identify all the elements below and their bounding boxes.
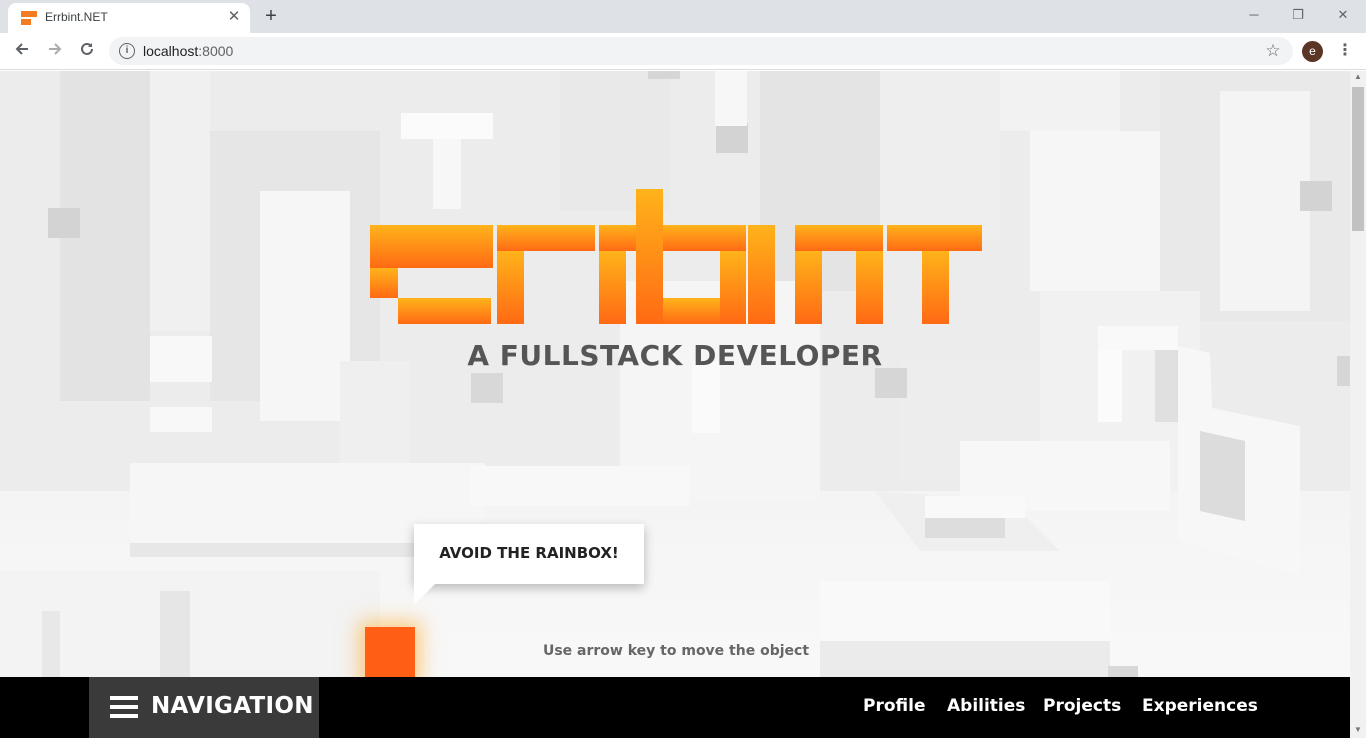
speech-bubble: AVOID THE RAINBOX! — [414, 524, 644, 584]
forward-icon[interactable] — [43, 39, 67, 63]
hamburger-icon — [110, 696, 138, 718]
url-text[interactable]: localhost:8000 — [143, 43, 233, 59]
restore-button[interactable]: ❐ — [1286, 4, 1310, 26]
tab-close-icon[interactable]: ✕ — [226, 9, 242, 25]
page-scrollbar[interactable]: ▲ ▼ — [1350, 71, 1366, 738]
new-tab-button[interactable]: + — [262, 5, 280, 27]
reload-icon[interactable] — [75, 39, 99, 63]
scroll-thumb[interactable] — [1352, 87, 1364, 231]
back-icon[interactable] — [10, 39, 34, 63]
navigation-label: NAVIGATION — [151, 693, 314, 719]
browser-tab[interactable]: Errbint.NET ✕ — [8, 3, 250, 33]
nav-link-abilities[interactable]: Abilities — [947, 696, 1025, 716]
nav-link-projects[interactable]: Projects — [1043, 696, 1121, 716]
navigation-toggle-button[interactable]: NAVIGATION — [89, 677, 319, 738]
bubble-text: AVOID THE RAINBOX! — [439, 544, 619, 562]
nav-link-experiences[interactable]: Experiences — [1142, 696, 1258, 716]
menu-icon[interactable]: ⋮ — [1335, 40, 1355, 62]
background-scene — [0, 71, 1350, 738]
tab-strip: Errbint.NET ✕ + ─ ❐ ✕ — [0, 0, 1366, 33]
browser-toolbar: i localhost:8000 ☆ e ⋮ — [0, 33, 1366, 70]
player-cube[interactable] — [365, 627, 415, 683]
errbint-logo — [370, 189, 982, 324]
control-hint: Use arrow key to move the object — [542, 643, 810, 659]
hero-subtitle: A FULLSTACK DEVELOPER — [467, 339, 883, 372]
tab-title: Errbint.NET — [45, 10, 108, 24]
bottom-navbar: NAVIGATION Profile Abilities Projects Ex… — [0, 677, 1350, 738]
site-favicon-icon — [21, 10, 37, 26]
scroll-down-icon[interactable]: ▼ — [1354, 726, 1362, 734]
minimize-button[interactable]: ─ — [1242, 4, 1266, 26]
scroll-up-icon[interactable]: ▲ — [1354, 73, 1362, 81]
bubble-tail — [414, 583, 436, 605]
star-icon[interactable]: ☆ — [1262, 40, 1284, 62]
close-window-button[interactable]: ✕ — [1331, 4, 1355, 26]
info-icon[interactable]: i — [119, 43, 135, 59]
avatar[interactable]: e — [1302, 41, 1323, 62]
page-viewport: errbint A FULLSTACK DEVELOPER AVOID THE … — [0, 71, 1350, 738]
address-bar[interactable]: i localhost:8000 — [109, 37, 1293, 65]
nav-link-profile[interactable]: Profile — [863, 696, 925, 716]
